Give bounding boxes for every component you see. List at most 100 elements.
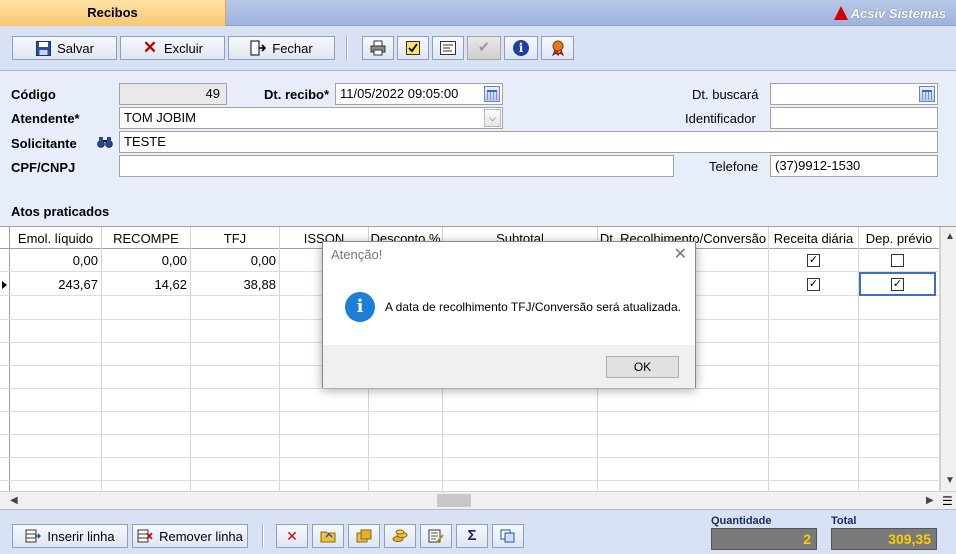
- info-icon: i: [513, 40, 529, 56]
- scroll-up-icon[interactable]: ▲: [945, 231, 955, 242]
- check-icon: ✔: [477, 39, 491, 56]
- total-value: 309,35: [831, 528, 937, 550]
- checkbox-icon: [405, 40, 421, 56]
- brand-name: Acsiv Sistemas: [850, 5, 946, 21]
- table-row: [0, 435, 940, 458]
- remove-row-label: Remover linha: [159, 528, 243, 544]
- quantidade-label: Quantidade: [711, 515, 772, 527]
- title-bar: Recibos Acsiv Sistemas: [0, 0, 956, 26]
- remove-row-icon: [137, 528, 153, 544]
- binoculars-icon[interactable]: [97, 135, 113, 151]
- deposito-previo-checkbox[interactable]: [891, 254, 904, 267]
- receita-diaria-checkbox[interactable]: ✓: [807, 254, 820, 267]
- identificador-field[interactable]: [770, 107, 938, 129]
- dt-recibo-field[interactable]: 11/05/2022 09:05:00: [335, 83, 503, 105]
- folder-icon: [320, 528, 336, 544]
- atos-praticados-label: Atos praticados: [11, 204, 110, 219]
- brand-logo-icon: [833, 6, 848, 20]
- duplicate-button[interactable]: [492, 524, 524, 548]
- info-icon: i: [345, 292, 375, 322]
- column-menu-icon[interactable]: ☰: [942, 494, 953, 508]
- checkbox-button[interactable]: [397, 36, 429, 60]
- save-button[interactable]: Salvar: [12, 36, 117, 60]
- close-button[interactable]: Fechar: [228, 36, 335, 60]
- scroll-left-icon[interactable]: ◀: [10, 495, 18, 506]
- confirm-button[interactable]: ✔: [467, 36, 501, 60]
- toolbar-separator: [346, 36, 348, 60]
- dialog-footer: OK: [323, 345, 695, 388]
- print-button[interactable]: [362, 36, 394, 60]
- folders-icon: [356, 528, 372, 544]
- calendar-icon[interactable]: [484, 86, 500, 102]
- brand: Acsiv Sistemas: [833, 4, 946, 22]
- cancel-edit-button[interactable]: ✕: [276, 524, 308, 548]
- print-icon: [370, 40, 386, 56]
- dialog-message: A data de recolhimento TFJ/Conversão ser…: [385, 300, 681, 314]
- copy-button[interactable]: [348, 524, 380, 548]
- form-icon: [440, 40, 456, 56]
- emol-cell[interactable]: 0,00: [10, 249, 102, 272]
- cpf-field[interactable]: [119, 155, 674, 177]
- dt-buscara-label: Dt. buscará: [692, 87, 759, 102]
- insert-row-button[interactable]: Inserir linha: [12, 524, 128, 548]
- import-button[interactable]: [312, 524, 344, 548]
- dt-buscara-field[interactable]: [770, 83, 938, 105]
- save-label: Salvar: [57, 40, 94, 56]
- exit-door-icon: [250, 40, 267, 56]
- horizontal-scrollbar[interactable]: ◀ ▶ ☰: [0, 491, 956, 509]
- close-label: Fechar: [272, 40, 313, 56]
- scroll-thumb[interactable]: [437, 494, 471, 507]
- tab-recibos[interactable]: Recibos: [0, 0, 226, 26]
- emol-cell[interactable]: 243,67: [10, 273, 102, 296]
- delete-label: Excluir: [163, 40, 203, 56]
- edit-list-button[interactable]: [420, 524, 452, 548]
- table-row: [0, 458, 940, 481]
- delete-button[interactable]: ✕ Excluir: [120, 36, 225, 60]
- toolbar: Salvar ✕ Excluir Fechar ✔ i: [0, 26, 956, 71]
- recibo-form: Código 49 Dt. recibo* 11/05/2022 09:05:0…: [0, 71, 956, 226]
- atendente-value: TOM JOBIM: [124, 110, 196, 125]
- receita-diaria-checkbox[interactable]: ✓: [807, 278, 820, 291]
- ribbon-icon: [550, 40, 566, 56]
- close-icon[interactable]: ✕: [674, 244, 687, 264]
- remove-row-button[interactable]: Remover linha: [132, 524, 248, 548]
- alert-dialog: Atenção! ✕ i A data de recolhimento TFJ/…: [322, 241, 696, 388]
- toolbar-separator: [262, 524, 264, 548]
- calendar-icon[interactable]: [919, 86, 935, 102]
- info-button[interactable]: i: [504, 36, 538, 60]
- coins-button[interactable]: [384, 524, 416, 548]
- telefone-field[interactable]: (37)9912-1530: [770, 155, 938, 177]
- recompe-cell[interactable]: 0,00: [102, 249, 191, 272]
- tfj-cell[interactable]: 0,00: [191, 249, 280, 272]
- insert-row-icon: [25, 528, 42, 544]
- close-x-icon: ✕: [142, 38, 158, 57]
- close-x-icon: ✕: [286, 528, 298, 544]
- chevron-down-icon[interactable]: ⌵: [484, 109, 501, 127]
- scroll-right-icon[interactable]: ▶: [926, 495, 934, 506]
- table-row: [0, 412, 940, 435]
- bottom-bar: Inserir linha Remover linha ✕ Σ Quantida…: [0, 509, 956, 554]
- telefone-label: Telefone: [709, 159, 759, 174]
- insert-row-label: Inserir linha: [47, 528, 115, 544]
- ok-button[interactable]: OK: [606, 356, 679, 378]
- save-icon: [35, 40, 51, 56]
- dt-recibo-value: 11/05/2022 09:05:00: [340, 86, 459, 101]
- atendente-select[interactable]: TOM JOBIM ⌵: [119, 107, 503, 129]
- solicitante-label: Solicitante: [11, 136, 77, 151]
- duplicate-icon: [500, 528, 516, 544]
- codigo-field[interactable]: 49: [119, 83, 227, 105]
- recompe-cell[interactable]: 14,62: [102, 273, 191, 296]
- atendente-label: Atendente*: [11, 111, 80, 126]
- current-row-indicator-icon: [2, 281, 7, 289]
- solicitante-field[interactable]: TESTE: [119, 131, 938, 153]
- edit-list-icon: [428, 528, 444, 544]
- tfj-cell[interactable]: 38,88: [191, 273, 280, 296]
- form-button[interactable]: [432, 36, 464, 60]
- sum-button[interactable]: Σ: [456, 524, 488, 548]
- coins-icon: [392, 528, 408, 544]
- ribbon-button[interactable]: [541, 36, 574, 60]
- vertical-scrollbar[interactable]: ▲ ▼: [940, 227, 956, 491]
- scroll-down-icon[interactable]: ▼: [945, 475, 955, 486]
- dt-recibo-label: Dt. recibo*: [264, 87, 330, 102]
- deposito-previo-checkbox[interactable]: ✓: [891, 278, 904, 291]
